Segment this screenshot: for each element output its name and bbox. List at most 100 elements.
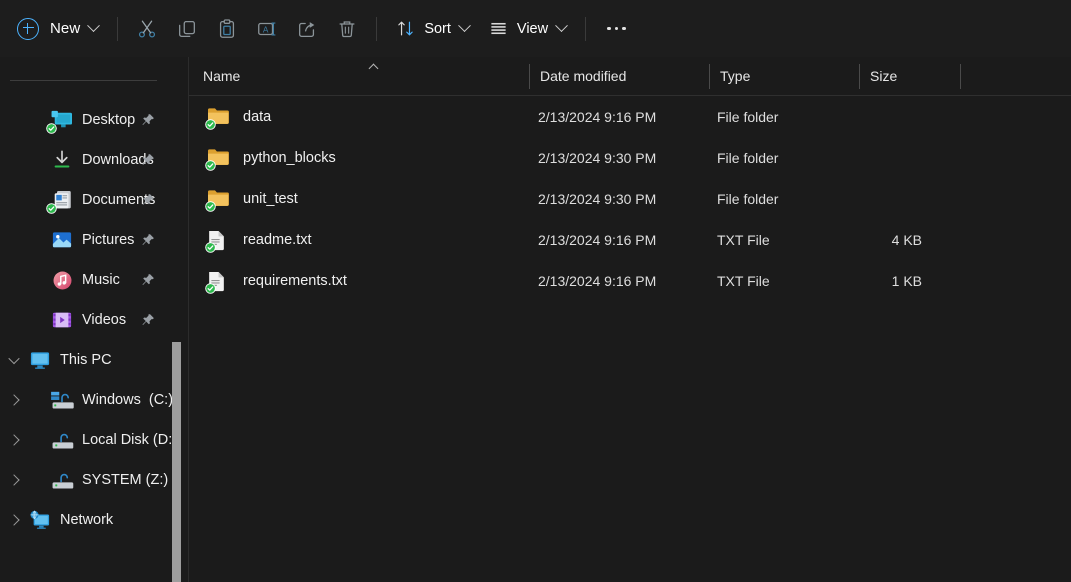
column-header-size[interactable]: Size <box>860 57 960 95</box>
file-date-modified: 2/13/2024 9:16 PM <box>538 108 657 125</box>
toolbar-separator <box>117 16 119 41</box>
tree-expander-down[interactable] <box>2 340 26 380</box>
paste-button[interactable] <box>207 11 247 47</box>
list-lines-icon <box>491 22 506 35</box>
sidebar-item-documents[interactable]: Documents <box>2 180 177 220</box>
file-type: TXT File <box>717 231 770 248</box>
table-row[interactable]: data 2/13/2024 9:16 PM File folder <box>193 96 1067 137</box>
pin-icon-wrap[interactable] <box>141 273 155 287</box>
file-name-cell: readme.txt <box>205 229 312 253</box>
navigation-pane: Desktop Downloads Documents Pictures Music Vi… <box>0 57 183 582</box>
sidebar-item-label: Videos <box>82 312 127 328</box>
drive-os-icon <box>48 388 76 412</box>
plus-circle-icon <box>17 17 39 40</box>
sort-button[interactable]: Sort <box>386 12 479 46</box>
folder-synced-icon <box>205 188 229 212</box>
pin-icon-wrap[interactable] <box>141 113 155 127</box>
folder-synced-icon <box>205 147 229 171</box>
share-button[interactable] <box>287 11 327 47</box>
new-button-label: New <box>50 20 81 37</box>
column-header-type-label: Type <box>720 68 751 84</box>
sort-ascending-icon <box>370 62 379 71</box>
file-type: File folder <box>717 108 779 125</box>
sidebar-item-label: Pictures <box>82 232 135 248</box>
column-header-name[interactable]: Name <box>193 57 528 95</box>
file-name-cell: python_blocks <box>205 147 336 171</box>
table-row[interactable]: python_blocks 2/13/2024 9:30 PM File folde… <box>193 137 1067 178</box>
sidebar-item-videos[interactable]: Videos <box>2 300 177 340</box>
tree-expander-placeholder <box>24 180 48 220</box>
tree-expander-placeholder <box>24 260 48 300</box>
table-row[interactable]: unit_test 2/13/2024 9:30 PM File folder <box>193 178 1067 219</box>
chevron-right-icon <box>8 394 20 406</box>
ellipsis-icon <box>614 26 619 31</box>
tree-expander-right[interactable] <box>2 500 26 540</box>
file-name-cell: requirements.txt <box>205 270 347 294</box>
pin-icon-wrap[interactable] <box>141 193 155 207</box>
ellipsis-icon <box>607 26 611 31</box>
sidebar-item-network[interactable]: Network <box>2 500 177 540</box>
delete-button[interactable] <box>327 11 367 47</box>
table-row[interactable]: readme.txt 2/13/2024 9:16 PM TXT File 4 KB <box>193 219 1067 260</box>
clipboard-icon <box>220 18 235 38</box>
sidebar-item-local-disk-d[interactable]: Local Disk (D:) <box>2 420 177 460</box>
sidebar-item-system-z[interactable]: SYSTEM (Z:) <box>2 460 177 500</box>
rename-button[interactable]: A <box>247 11 287 47</box>
view-button-label: View <box>516 20 549 37</box>
trash-icon <box>339 20 355 37</box>
sidebar-item-list: Desktop Downloads Documents Pictures Music Vi… <box>0 100 183 540</box>
file-name-label: requirements.txt <box>243 272 347 289</box>
tree-expander-right[interactable] <box>2 420 26 460</box>
file-name-label: unit_test <box>243 190 298 207</box>
sidebar-scrollbar-thumb[interactable] <box>172 342 181 582</box>
file-size: 4 KB <box>891 231 922 248</box>
sidebar-item-label: This PC <box>60 352 112 368</box>
chevron-down-icon <box>8 352 20 365</box>
column-header-type[interactable]: Type <box>710 57 859 95</box>
sidebar-item-this-pc[interactable]: This PC <box>2 340 177 380</box>
column-header-row: Name Date modified Type Size <box>189 57 1071 96</box>
music-icon <box>48 268 76 292</box>
column-divider[interactable] <box>960 64 961 89</box>
file-explorer-window: New A Sort View Desktop Downloads Docume… <box>0 0 1071 582</box>
sidebar-item-music[interactable]: Music <box>2 260 177 300</box>
sidebar-item-pictures[interactable]: Pictures <box>2 220 177 260</box>
chevron-right-icon <box>8 474 20 486</box>
file-name-cell: data <box>205 106 272 130</box>
column-header-size-label: Size <box>870 68 898 84</box>
table-row[interactable]: requirements.txt 2/13/2024 9:16 PM TXT Fil… <box>193 260 1067 301</box>
pin-icon <box>142 234 154 245</box>
tree-expander-right[interactable] <box>2 380 26 420</box>
txt-file-synced-icon <box>205 229 229 253</box>
sidebar-item-desktop[interactable]: Desktop <box>2 100 177 140</box>
pin-icon-wrap[interactable] <box>141 313 155 327</box>
pin-icon-wrap[interactable] <box>141 153 155 167</box>
new-button[interactable]: New <box>10 12 108 46</box>
copy-button[interactable] <box>167 11 207 47</box>
column-header-date-modified[interactable]: Date modified <box>530 57 709 95</box>
chevron-down-icon <box>87 19 101 33</box>
svg-text:A: A <box>263 25 269 34</box>
sidebar-item-windows-c[interactable]: Windows (C:) <box>2 380 177 420</box>
sidebar-item-label: SYSTEM (Z:) <box>82 472 169 488</box>
tree-expander-placeholder <box>24 220 48 260</box>
sort-arrows-icon <box>398 21 414 36</box>
sidebar-item-downloads[interactable]: Downloads <box>2 140 177 180</box>
sidebar-item-label: Network <box>60 512 114 528</box>
column-header-date-modified-label: Date modified <box>540 68 627 84</box>
sidebar-item-label: Local Disk (D:) <box>82 432 178 448</box>
drive-icon <box>48 468 76 492</box>
see-more-button[interactable] <box>595 12 638 46</box>
pin-icon <box>142 114 154 125</box>
view-button[interactable]: View <box>479 12 576 46</box>
sidebar-divider <box>10 80 157 81</box>
file-name-label: data <box>243 108 272 125</box>
pin-icon-wrap[interactable] <box>141 233 155 247</box>
ellipsis-icon <box>622 26 626 31</box>
cut-button[interactable] <box>127 11 167 47</box>
sidebar-item-label: Desktop <box>82 112 136 128</box>
folder-synced-icon <box>205 106 229 130</box>
toolbar-separator <box>585 16 587 41</box>
tree-expander-right[interactable] <box>2 460 26 500</box>
sort-button-label: Sort <box>424 20 451 37</box>
